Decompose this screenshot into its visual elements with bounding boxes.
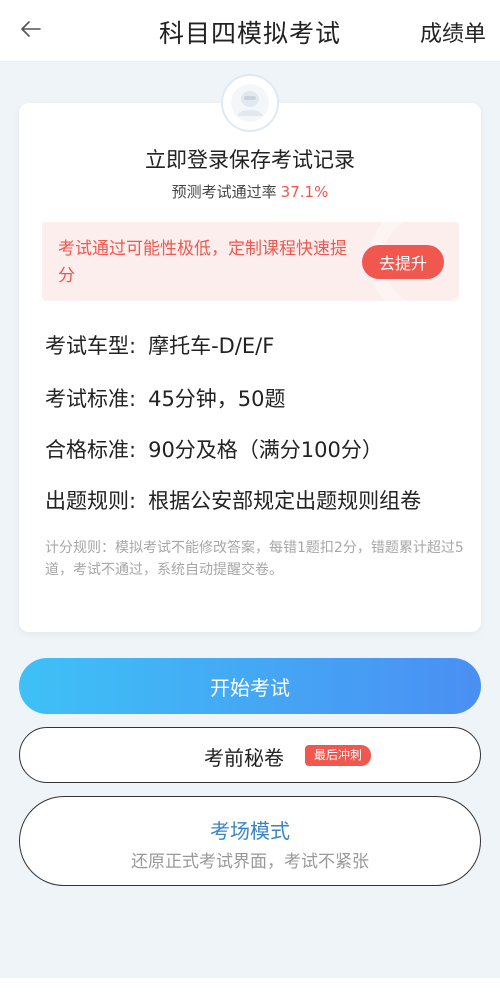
info-row-pass-criteria: 合格标准: 90分及格（满分100分） <box>45 434 383 464</box>
scoring-rule-note: 计分规则：模拟考试不能修改答案，每错1题扣2分，错题累计超过5道，考试不通过，系… <box>45 540 464 578</box>
exam-mode-subtitle: 还原正式考试界面，考试不紧张 <box>131 852 369 872</box>
login-prompt[interactable]: 立即登录保存考试记录 <box>0 144 500 174</box>
improve-button[interactable]: 去提升 <box>362 245 444 279</box>
info-label: 考试车型: <box>45 334 137 358</box>
score-report-link[interactable]: 成绩单 <box>420 16 486 48</box>
info-row-vehicle: 考试车型: 摩托车-D/E/F <box>45 330 274 360</box>
info-value: 90分及格（满分100分） <box>148 438 383 462</box>
app-header: 科目四模拟考试 成绩单 <box>0 0 500 62</box>
info-value: 45分钟，50题 <box>148 387 286 411</box>
info-label: 出题规则: <box>45 489 137 513</box>
pre-exam-secret-button[interactable]: 考前秘卷 最后冲刺 <box>19 727 481 783</box>
start-exam-button[interactable]: 开始考试 <box>19 658 481 714</box>
info-label: 合格标准: <box>45 438 137 462</box>
pass-rate-value: 37.1% <box>280 183 329 201</box>
info-row-standard: 考试标准: 45分钟，50题 <box>45 383 286 413</box>
exam-room-mode-button[interactable]: 考场模式 还原正式考试界面，考试不紧张 <box>19 796 481 886</box>
bottom-safe-area <box>0 978 500 993</box>
info-label: 考试标准: <box>45 387 137 411</box>
pass-rate: 预测考试通过率 37.1% <box>0 181 500 202</box>
tip-text: 考试通过可能性极低，定制课程快速提分 <box>58 239 347 286</box>
info-row-question-rule: 出题规则: 根据公安部规定出题规则组卷 <box>45 485 421 515</box>
secret-label: 考前秘卷 <box>204 746 284 770</box>
final-sprint-badge: 最后冲刺 <box>305 745 372 766</box>
user-avatar-icon[interactable] <box>221 74 279 132</box>
info-value: 摩托车-D/E/F <box>148 334 275 358</box>
info-value: 根据公安部规定出题规则组卷 <box>148 489 422 513</box>
exam-mode-title: 考场模式 <box>210 819 290 843</box>
pass-rate-label: 预测考试通过率 <box>171 183 277 201</box>
